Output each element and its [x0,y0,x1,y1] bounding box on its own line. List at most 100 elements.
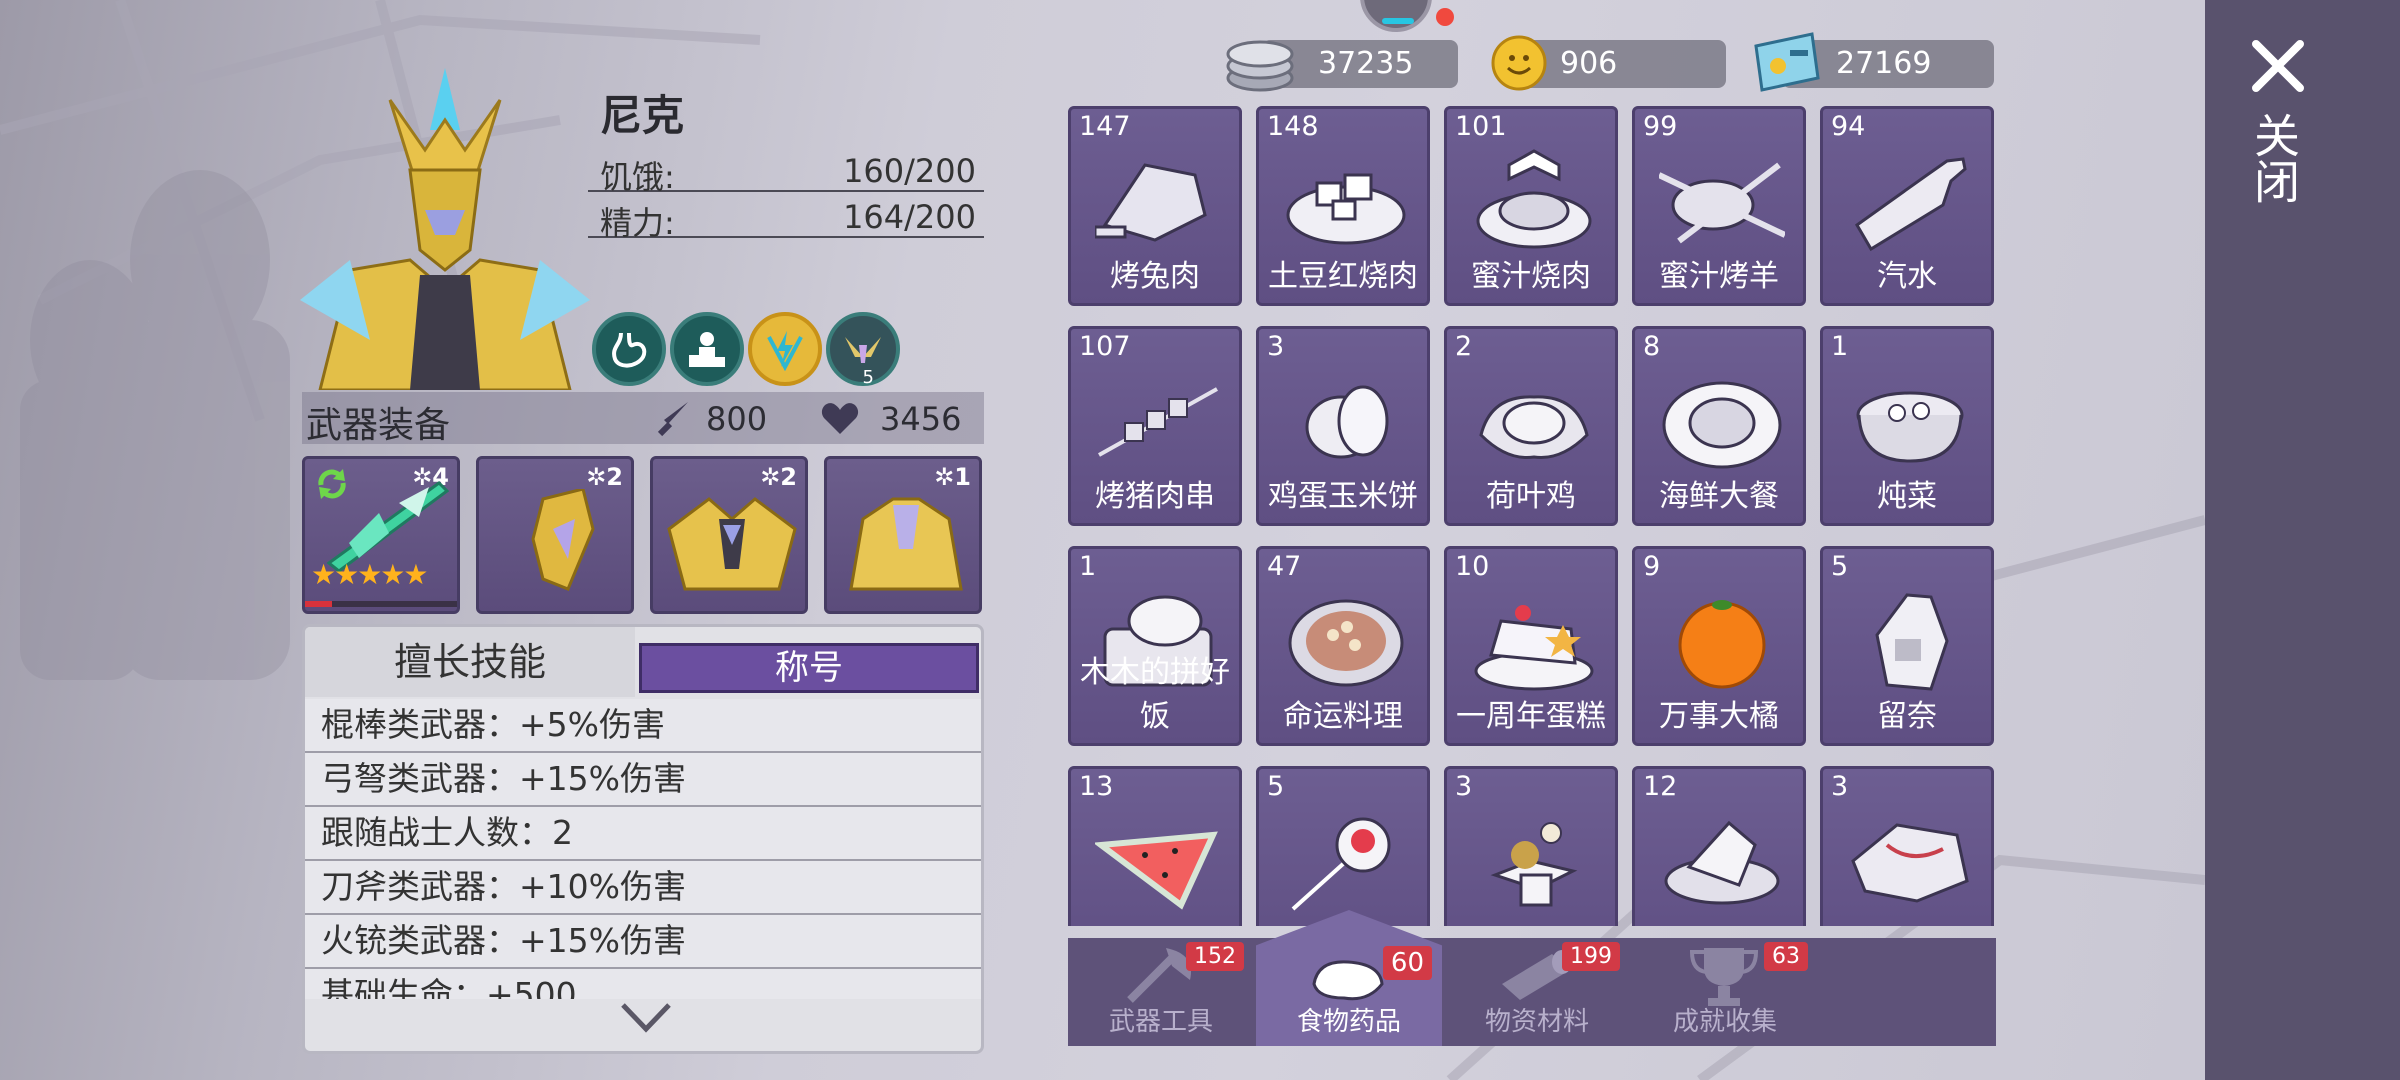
tab-label: 成就收集 [1672,1007,1777,1037]
tab-achievements[interactable]: 63 成就收集 [1632,938,1818,1046]
podium-icon[interactable] [670,312,744,386]
item-quantity: 3 [1455,771,1473,802]
durability-bar [305,601,457,607]
food-item[interactable]: 101 蜜汁烧肉 [1444,106,1618,306]
skill-row: 棍棒类武器：+5%伤害 [305,699,981,753]
equip-slot-gauntlet[interactable]: ✲2 [476,456,634,614]
health-heart-icon [821,403,859,434]
food-item[interactable]: 5 留奈 [1820,546,1994,746]
food-item[interactable]: 99 蜜汁烤羊 [1632,106,1806,306]
item-name: 海鲜大餐 [1659,479,1779,514]
gold-value: 906 [1560,46,1618,81]
watermelon-icon [1095,831,1218,910]
character-name: 尼克 [600,91,685,140]
gauntlet-icon [531,489,595,591]
food-grid: 147 烤兔肉 148 土豆红烧肉 101 蜜汁烧肉 99 蜜汁烤羊 94 汽水… [1068,106,1996,926]
silver-coin-icon [1226,40,1294,92]
item-quantity: 9 [1643,551,1661,582]
hunger-row: 饥饿: 160/200 [588,148,984,196]
close-side-panel [2205,0,2400,1080]
food-item[interactable]: 13 [1068,766,1242,926]
energy-value: 164/200 [843,198,976,236]
food-item[interactable]: 148 土豆红烧肉 [1256,106,1430,306]
skills-panel: 擅长技能 称号 棍棒类武器：+5%伤害 弓弩类武器：+15%伤害 跟随战士人数：… [302,624,984,1054]
milk-bottle-icon [1875,593,1949,691]
gauntlet-gear-level: ✲2 [586,463,623,491]
notification-dot [1436,8,1454,26]
item-quantity: 107 [1079,331,1131,362]
food-item[interactable]: 8 海鲜大餐 [1632,326,1806,526]
food-item[interactable]: 12 [1632,766,1806,926]
close-button-label[interactable]: 关闭 [2247,112,2302,204]
chest-armor-icon [667,497,797,591]
fate-dish-icon [1288,599,1404,687]
food-item[interactable]: 5 [1256,766,1430,926]
candy-lollipop-icon [1291,817,1391,911]
rice-dumpling-icon [1664,820,1780,905]
food-item[interactable]: 2 荷叶鸡 [1444,326,1618,526]
food-item[interactable]: 3 [1820,766,1994,926]
food-item[interactable]: 9 万事大橘 [1632,546,1806,746]
food-item[interactable]: 3 [1444,766,1618,926]
energy-row: 精力: 164/200 [588,194,984,242]
food-item[interactable]: 1 炖菜 [1820,326,1994,526]
energy-label: 精力: [600,204,675,242]
anniversary-cake-icon [1474,605,1594,691]
tab-skills[interactable]: 擅长技能 [305,627,635,697]
soda-bottle-icon [1855,157,1967,252]
skill-row: 刀斧类武器：+10%伤害 [305,861,981,915]
hunger-label: 饥饿: [600,158,675,196]
food-item[interactable]: 10 一周年蛋糕 [1444,546,1618,746]
item-name: 命运料理 [1283,699,1403,734]
item-name: 留奈 [1877,699,1937,734]
item-name: 蜜汁烤羊 [1659,259,1779,294]
trophy-icon [1689,948,1759,1006]
item-name: 万事大橘 [1659,699,1779,734]
roast-lamb-icon [1659,162,1785,244]
item-quantity: 101 [1455,111,1507,142]
item-name: 烤兔肉 [1110,259,1200,294]
item-quantity: 13 [1079,771,1114,802]
equip-slot-armor[interactable]: ✲2 [650,456,808,614]
pork-skewer-icon [1098,387,1218,457]
item-quantity: 5 [1831,551,1849,582]
honey-pork-icon [1476,149,1592,249]
food-item[interactable]: 3 鸡蛋玉米饼 [1256,326,1430,526]
food-item[interactable]: 47 命运料理 [1256,546,1430,746]
stomach-icon[interactable] [592,312,666,386]
equip-slot-weapon[interactable]: ✲4 ★★★★★ [302,456,460,614]
item-quantity: 12 [1643,771,1678,802]
item-name: 一周年蛋糕 [1456,699,1606,734]
armor-gear-level: ✲2 [760,463,797,491]
seafood-platter-icon [1662,381,1782,469]
tab-weapons-tools[interactable]: 152 武器工具 [1068,938,1254,1046]
ticket-value: 27169 [1836,46,1932,81]
wings-icon[interactable]: 5 [826,312,900,388]
item-name: 土豆红烧肉 [1268,259,1418,294]
food-item[interactable]: 1 木木的拼好饭 [1068,546,1242,746]
weapon-stars: ★★★★★ [311,558,429,591]
lightning-shield-icon[interactable] [748,312,822,386]
health-value: 3456 [880,400,962,438]
food-item[interactable]: 94 汽水 [1820,106,1994,306]
item-name: 鸡蛋玉米饼 [1268,479,1418,514]
silver-value: 37235 [1318,46,1414,81]
cape-gear-level: ✲1 [934,463,971,491]
dessert-plate-icon [1490,822,1578,907]
food-item[interactable]: 147 烤兔肉 [1068,106,1242,306]
close-icon[interactable] [2250,38,2306,94]
chevron-down-icon[interactable] [619,1001,673,1035]
wrapped-fish-icon [1851,823,1969,903]
tab-count-badge: 199 [1562,942,1620,971]
tab-count-badge: 63 [1764,942,1808,971]
skill-row: 基础生命：+500 [305,969,981,999]
skill-list[interactable]: 棍棒类武器：+5%伤害 弓弩类武器：+15%伤害 跟随战士人数：2 刀斧类武器：… [305,699,981,999]
attack-value: 800 [706,400,768,438]
item-quantity: 1 [1831,331,1849,362]
equip-slot-cape[interactable]: ✲1 [824,456,982,614]
tab-title[interactable]: 称号 [639,643,979,693]
gold-currency: 906 [1520,40,1726,88]
food-item[interactable]: 107 烤猪肉串 [1068,326,1242,526]
corn-cake-icon [1305,385,1389,459]
tab-materials[interactable]: 199 物资材料 [1444,938,1630,1046]
